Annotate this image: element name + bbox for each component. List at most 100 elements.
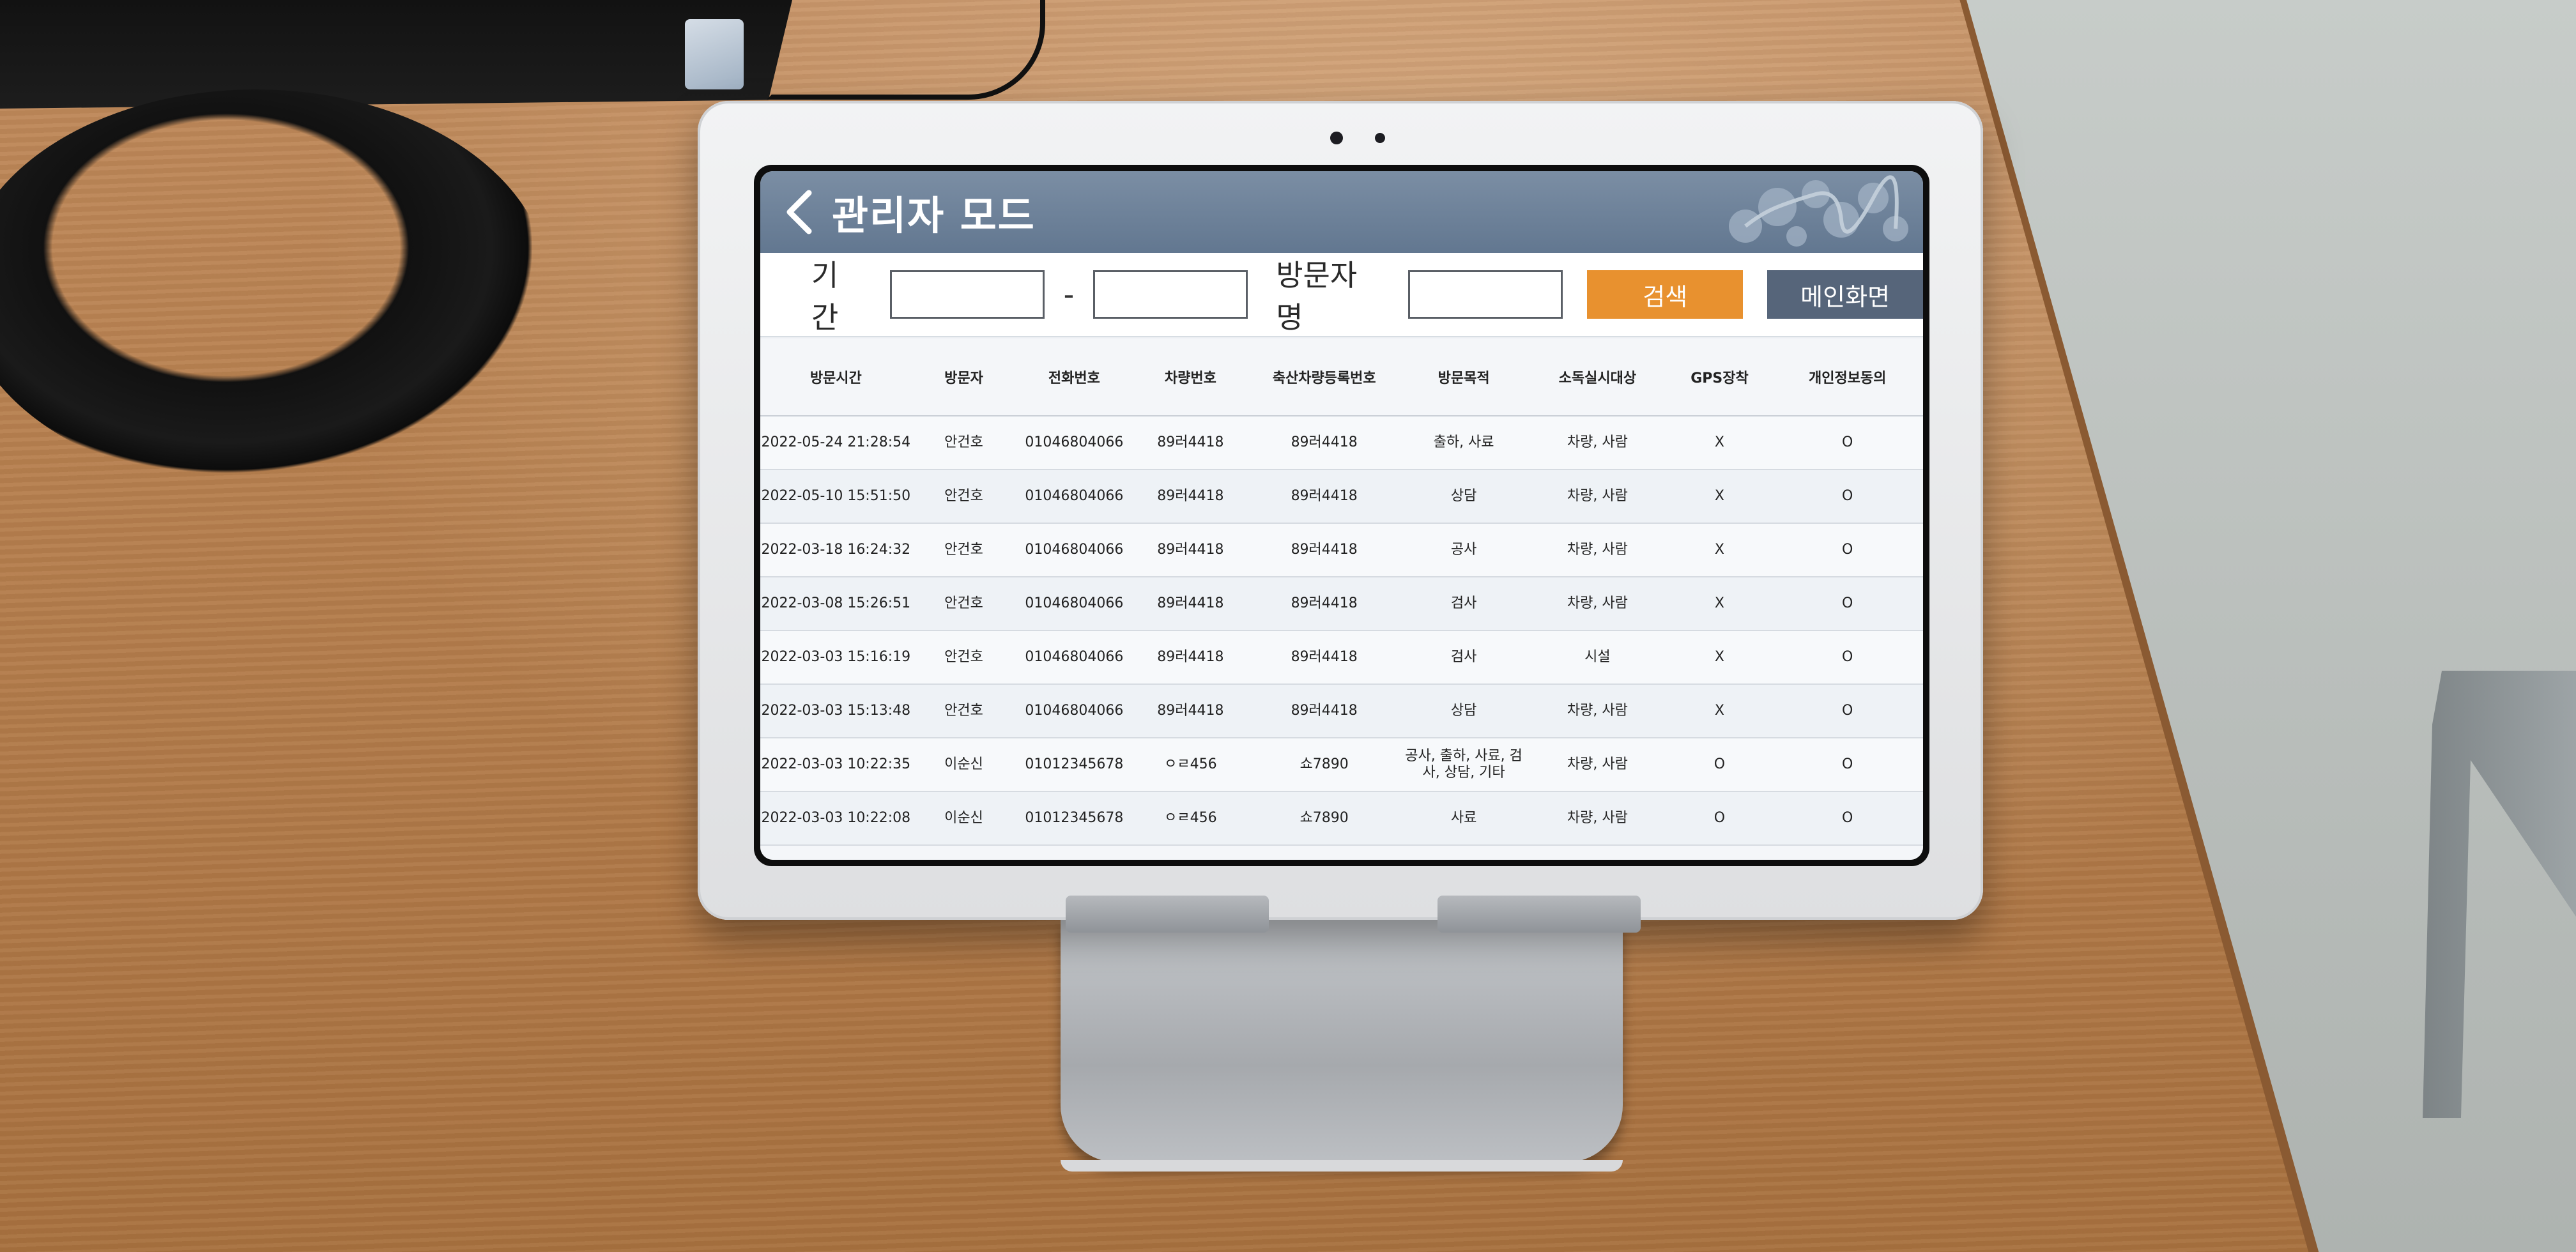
table-cell: X	[1667, 470, 1772, 524]
tablet-device: 관리자 모드 기간 - 방문자명 검색 메인화면 방문시간 방문자 전화번호 차…	[698, 101, 1983, 920]
table-cell: 01012345678	[1016, 791, 1133, 846]
table-cell: O	[1772, 416, 1923, 470]
visitor-name-label: 방문자명	[1276, 258, 1358, 335]
windows-sticker	[685, 19, 744, 89]
chevron-left-icon	[786, 190, 812, 234]
table-cell: 2022-05-10 15:51:50	[760, 470, 912, 524]
table-cell: X	[1667, 577, 1772, 631]
search-button[interactable]: 검색	[1587, 270, 1744, 319]
table-cell: 01046804066	[1016, 470, 1133, 524]
column-header: 차량번호	[1132, 339, 1249, 416]
stand-clip-right	[1438, 896, 1641, 933]
table-cell: 차량, 사람	[1528, 416, 1667, 470]
table-cell: 차량, 사람	[1528, 738, 1667, 792]
table-cell: O	[1772, 577, 1923, 631]
table-cell: 89러4418	[1248, 577, 1400, 631]
app-window: 관리자 모드 기간 - 방문자명 검색 메인화면 방문시간 방문자 전화번호 차…	[760, 171, 1923, 860]
table-row[interactable]: 2022-05-24 21:28:54 안건호 01046804066 89러4418…	[760, 416, 1923, 470]
table-cell: 차량, 사람	[1528, 791, 1667, 846]
table-cell: 차량, 사람	[1528, 523, 1667, 577]
table-cell: 검사	[1399, 577, 1528, 631]
table-cell: 공사	[1399, 523, 1528, 577]
column-header: 개인정보동의	[1772, 339, 1923, 416]
column-header: 방문목적	[1399, 339, 1528, 416]
table-cell: 2022-03-03 10:22:35	[760, 738, 912, 792]
table-cell: 2022-03-03 15:13:48	[760, 684, 912, 738]
table-row[interactable]: 2022-05-10 15:51:50 안건호 01046804066 89러4418…	[760, 470, 1923, 524]
table-row[interactable]: 2022-03-03 10:22:08 이순신 01012345678 ㅇㄹ456 쇼7…	[760, 791, 1923, 846]
table-cell: 89러4418	[1248, 470, 1400, 524]
visitor-name-input[interactable]	[1408, 270, 1563, 319]
tablet-screen: 관리자 모드 기간 - 방문자명 검색 메인화면 방문시간 방문자 전화번호 차…	[754, 165, 1929, 866]
start-date-input[interactable]	[889, 270, 1045, 319]
table-cell: 사료	[1399, 791, 1528, 846]
table-cell: X	[1667, 416, 1772, 470]
table-cell: O	[1772, 630, 1923, 685]
table-cell: 89러4418	[1248, 416, 1400, 470]
table-cell: O	[1772, 523, 1923, 577]
front-camera	[1330, 132, 1343, 144]
table-cell: 89러4418	[1132, 470, 1249, 524]
tablet-stand-base	[1061, 920, 1623, 1172]
table-cell: 89러4418	[1132, 577, 1249, 631]
back-button[interactable]	[781, 187, 816, 238]
table-cell: 출하, 사료	[1399, 416, 1528, 470]
visit-table-container: 방문시간 방문자 전화번호 차량번호 축산차량등록번호 방문목적 소독실시대상 …	[760, 339, 1923, 860]
floor	[1966, 0, 2576, 1252]
table-cell: 01046804066	[1016, 523, 1133, 577]
table-cell: 시설	[1528, 630, 1667, 685]
table-cell: O	[1772, 684, 1923, 738]
column-header: 방문자	[911, 339, 1016, 416]
table-cell: 안건호	[911, 630, 1016, 685]
table-cell: X	[1667, 684, 1772, 738]
table-cell: 공사, 출하, 사료, 검사, 상담, 기타	[1399, 738, 1528, 792]
table-cell: X	[1667, 523, 1772, 577]
table-cell: 안건호	[911, 684, 1016, 738]
table-cell: 이순신	[911, 738, 1016, 792]
table-cell: 01046804066	[1016, 630, 1133, 685]
table-cell: 89러4418	[1132, 684, 1249, 738]
period-label: 기간	[811, 258, 839, 335]
table-cell: 89러4418	[1132, 416, 1249, 470]
search-bar: 기간 - 방문자명 검색 메인화면	[760, 253, 1923, 337]
app-header: 관리자 모드	[760, 171, 1923, 253]
table-cell: 차량, 사람	[1528, 577, 1667, 631]
date-separator: -	[1063, 277, 1075, 312]
table-row[interactable]: 2022-03-03 15:16:19 안건호 01046804066 89러4418…	[760, 630, 1923, 685]
photo-scene: 관리자 모드 기간 - 방문자명 검색 메인화면 방문시간 방문자 전화번호 차…	[0, 0, 2576, 1252]
page-title: 관리자 모드	[832, 192, 1036, 239]
table-row[interactable]: 2022-03-03 10:22:35 이순신 01012345678 ㅇㄹ456 쇼7…	[760, 738, 1923, 792]
table-cell: 89러4418	[1248, 523, 1400, 577]
table-cell: O	[1772, 738, 1923, 792]
table-cell: 01012345678	[1016, 738, 1133, 792]
table-cell: 쇼7890	[1248, 791, 1400, 846]
table-cell: 89러4418	[1248, 684, 1400, 738]
table-row[interactable]: 2022-03-18 16:24:32 안건호 01046804066 89러4418…	[760, 523, 1923, 577]
end-date-input[interactable]	[1093, 270, 1248, 319]
table-cell: 차량, 사람	[1528, 684, 1667, 738]
table-cell: 차량, 사람	[1528, 470, 1667, 524]
table-cell: 01046804066	[1016, 577, 1133, 631]
table-cell: 2022-03-18 16:24:32	[760, 523, 912, 577]
monitor	[0, 0, 792, 109]
table-cell: X	[1667, 630, 1772, 685]
table-cell: 2022-03-03 10:22:08	[760, 791, 912, 846]
table-row[interactable]: 2022-03-08 15:26:51 안건호 01046804066 89러4418…	[760, 577, 1923, 631]
column-header: 전화번호	[1016, 339, 1133, 416]
table-cell: 2022-05-24 21:28:54	[760, 416, 912, 470]
table-cell: 01046804066	[1016, 684, 1133, 738]
cable	[767, 0, 1045, 100]
table-cell: 안건호	[911, 523, 1016, 577]
table-cell: 2022-03-08 15:26:51	[760, 577, 912, 631]
stand-clip-left	[1066, 896, 1269, 933]
table-row[interactable]: 2022-03-03 15:13:48 안건호 01046804066 89러4418…	[760, 684, 1923, 738]
table-cell: O	[1772, 791, 1923, 846]
table-cell: 안건호	[911, 470, 1016, 524]
table-cell: 상담	[1399, 470, 1528, 524]
table-header-row: 방문시간 방문자 전화번호 차량번호 축산차량등록번호 방문목적 소독실시대상 …	[760, 339, 1923, 416]
table-cell: 2022-03-03 15:16:19	[760, 630, 912, 685]
table-cell: ㅇㄹ456	[1132, 738, 1249, 792]
camera-sensor	[1375, 133, 1385, 143]
table-cell: 01046804066	[1016, 416, 1133, 470]
main-screen-button[interactable]: 메인화면	[1767, 270, 1923, 319]
